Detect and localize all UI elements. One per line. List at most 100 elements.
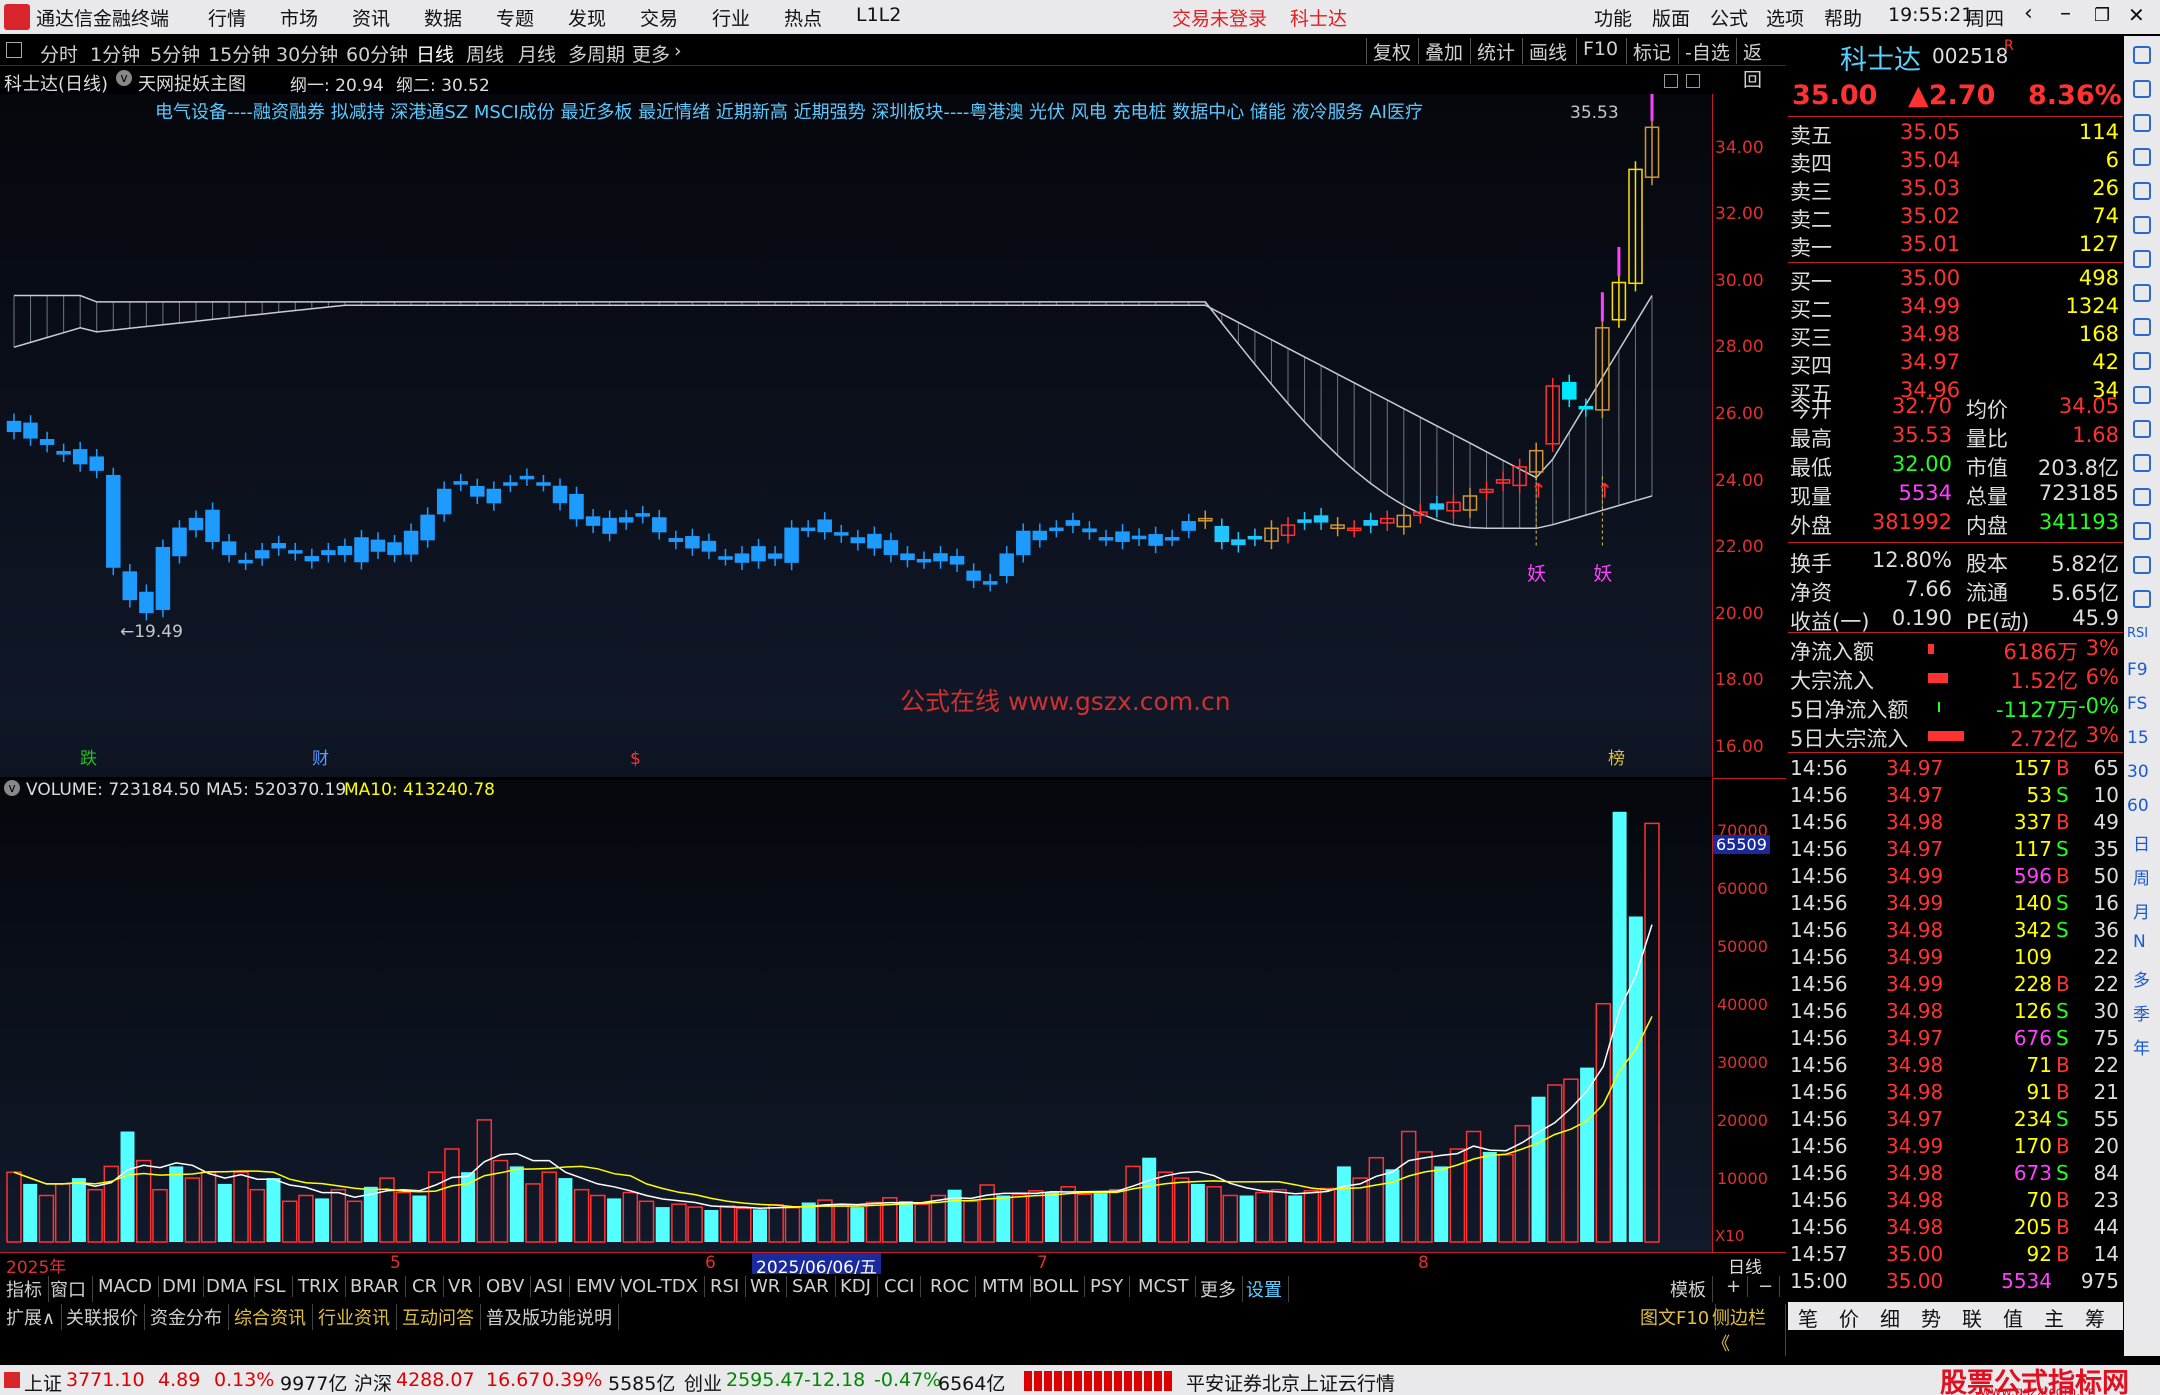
sidebar-period-3[interactable]: 15 xyxy=(2127,728,2149,748)
period-60min[interactable]: 60分钟 xyxy=(346,40,408,67)
star-icon[interactable] xyxy=(2133,522,2151,540)
tab-mtm[interactable]: MTM xyxy=(976,1276,1032,1297)
menu-gongneng[interactable]: 功能 xyxy=(1594,4,1632,31)
menu-gongshi[interactable]: 公式 xyxy=(1710,4,1748,31)
tab-macd[interactable]: MACD xyxy=(92,1276,159,1297)
chevron-up-icon[interactable] xyxy=(2133,46,2151,64)
menu-hangye[interactable]: 行业 xyxy=(712,4,750,31)
period-30min[interactable]: 30分钟 xyxy=(276,40,338,67)
tab-f10-graphic[interactable]: 图文F10 xyxy=(1634,1304,1717,1330)
broker-name[interactable]: 平安证券北京上证云行情 xyxy=(1186,1369,1395,1395)
window-menu-icon[interactable] xyxy=(6,42,22,58)
tab-more[interactable]: 更多 xyxy=(1194,1276,1243,1302)
btn-diejia[interactable]: 叠加 xyxy=(1418,38,1469,64)
news-icon[interactable] xyxy=(2133,454,2151,472)
idx-sh-name[interactable]: 上证 xyxy=(24,1369,62,1395)
btn-huaxian[interactable]: 画线 xyxy=(1522,38,1573,64)
period-fenshi[interactable]: 分时 xyxy=(40,40,78,67)
tab-cr[interactable]: CR xyxy=(406,1276,445,1297)
period-5min[interactable]: 5分钟 xyxy=(150,40,200,67)
table-icon[interactable] xyxy=(2133,284,2151,302)
sidebar-period-1[interactable]: F9 xyxy=(2127,660,2148,680)
tab-fsl[interactable]: FSL xyxy=(248,1276,293,1297)
tab-news[interactable]: 综合资讯 xyxy=(228,1304,313,1330)
tab-mcst[interactable]: MCST xyxy=(1132,1276,1196,1297)
sidebar-period-4[interactable]: 30 xyxy=(2127,762,2149,782)
btn-zixuan[interactable]: -自选 xyxy=(1678,38,1736,64)
menu-shuju[interactable]: 数据 xyxy=(424,4,462,31)
quote-tab[interactable]: 细 xyxy=(1880,1303,1900,1332)
f10-icon[interactable] xyxy=(2133,352,2151,370)
close-icon[interactable]: ✕ xyxy=(2128,3,2145,27)
period-multi[interactable]: 多周期 xyxy=(568,40,625,67)
quote-tab[interactable]: 筹 xyxy=(2085,1303,2105,1332)
idx-cy-name[interactable]: 创业 xyxy=(684,1369,722,1395)
btn-biaoji[interactable]: 标记 xyxy=(1626,38,1677,64)
menu-zhuanti[interactable]: 专题 xyxy=(496,4,534,31)
quote-tab[interactable]: 值 xyxy=(2003,1303,2023,1332)
btn-f10[interactable]: F10 xyxy=(1576,38,1624,64)
arrow-up-icon[interactable] xyxy=(2133,80,2151,98)
info-icon[interactable] xyxy=(2133,556,2151,574)
grid-icon[interactable] xyxy=(2133,148,2151,166)
sidebar-period-2[interactable]: FS xyxy=(2127,694,2147,714)
period-1min[interactable]: 1分钟 xyxy=(90,40,140,67)
add-icon[interactable]: + xyxy=(1720,1276,1749,1297)
menu-redian[interactable]: 热点 xyxy=(784,4,822,31)
sidebar-period-7[interactable]: 周 xyxy=(2133,864,2150,889)
sidebar-period-11[interactable]: 季 xyxy=(2133,1000,2150,1025)
menu-shichang[interactable]: 市场 xyxy=(280,4,318,31)
tab-vol-tdx[interactable]: VOL-TDX xyxy=(614,1276,705,1297)
tab-obv[interactable]: OBV xyxy=(480,1276,532,1297)
quote-tab[interactable]: 势 xyxy=(1921,1303,1941,1332)
tab-cci[interactable]: CCI xyxy=(878,1276,922,1297)
sidebar-period-0[interactable]: RSI xyxy=(2127,626,2148,641)
btn-fanhui[interactable]: 返回 xyxy=(1736,38,1786,91)
tab-asi[interactable]: ASI xyxy=(528,1276,571,1297)
quote-tab[interactable]: 笔 xyxy=(1798,1303,1818,1332)
tab-vr[interactable]: VR xyxy=(442,1276,480,1297)
sidebar-period-12[interactable]: 年 xyxy=(2133,1034,2150,1059)
tab-help[interactable]: 普及版功能说明 xyxy=(480,1304,619,1330)
tab-qa[interactable]: 互动问答 xyxy=(396,1304,481,1330)
tab-wr[interactable]: WR xyxy=(744,1276,788,1297)
minimize-icon[interactable]: – xyxy=(2060,1,2071,26)
period-more[interactable]: 更多 xyxy=(632,40,670,67)
menu-l1l2[interactable]: L1L2 xyxy=(856,4,901,26)
money-icon[interactable] xyxy=(2133,488,2151,506)
tab-roc[interactable]: ROC xyxy=(924,1276,977,1297)
quote-tab[interactable]: 联 xyxy=(1962,1303,1982,1332)
period-weekly[interactable]: 周线 xyxy=(466,40,504,67)
panel-toggle-icon[interactable] xyxy=(1664,74,1678,88)
tab-rsi[interactable]: RSI xyxy=(704,1276,747,1297)
idx-sz-name[interactable]: 沪深 xyxy=(354,1369,392,1395)
quote-tab[interactable]: 价 xyxy=(1839,1303,1859,1332)
sidebar-period-8[interactable]: 月 xyxy=(2133,898,2150,923)
tab-expand[interactable]: 扩展∧ xyxy=(0,1304,63,1330)
volume-dropdown-icon[interactable]: v xyxy=(4,780,20,796)
doc-icon[interactable] xyxy=(2133,318,2151,336)
tab-template[interactable]: 模板 xyxy=(1664,1276,1713,1302)
login-status[interactable]: 交易未登录 xyxy=(1172,4,1267,31)
tab-trix[interactable]: TRIX xyxy=(292,1276,347,1297)
tab-psy[interactable]: PSY xyxy=(1084,1276,1131,1297)
tab-related-quotes[interactable]: 关联报价 xyxy=(60,1304,145,1330)
zoom-icon[interactable] xyxy=(2133,590,2151,608)
sidebar-period-6[interactable]: 日 xyxy=(2133,830,2150,855)
candlestick-chart-panel[interactable]: 电气设备----融资融券 拟减持 深港通SZ MSCI成份 最近多板 最近情绪 … xyxy=(0,94,1712,777)
period-monthly[interactable]: 月线 xyxy=(518,40,556,67)
tab-sar[interactable]: SAR xyxy=(786,1276,836,1297)
tab-brar[interactable]: BRAR xyxy=(344,1276,406,1297)
chart-icon[interactable] xyxy=(2133,182,2151,200)
pie-icon[interactable] xyxy=(2133,216,2151,234)
candle-icon[interactable] xyxy=(2133,250,2151,268)
menu-banmian[interactable]: 版面 xyxy=(1652,4,1690,31)
remove-icon[interactable]: − xyxy=(1752,1276,1781,1297)
tab-zhibiao[interactable]: 指标 xyxy=(0,1276,49,1302)
tab-dma[interactable]: DMA xyxy=(200,1276,255,1297)
menu-xuanxiang[interactable]: 选项 xyxy=(1766,4,1804,31)
panel-maximize-icon[interactable] xyxy=(1686,74,1700,88)
menu-bangzhu[interactable]: 帮助 xyxy=(1824,4,1862,31)
formula-name[interactable]: 天网捉妖主图 xyxy=(138,70,246,96)
btn-fuquan[interactable]: 复权 xyxy=(1366,38,1417,64)
